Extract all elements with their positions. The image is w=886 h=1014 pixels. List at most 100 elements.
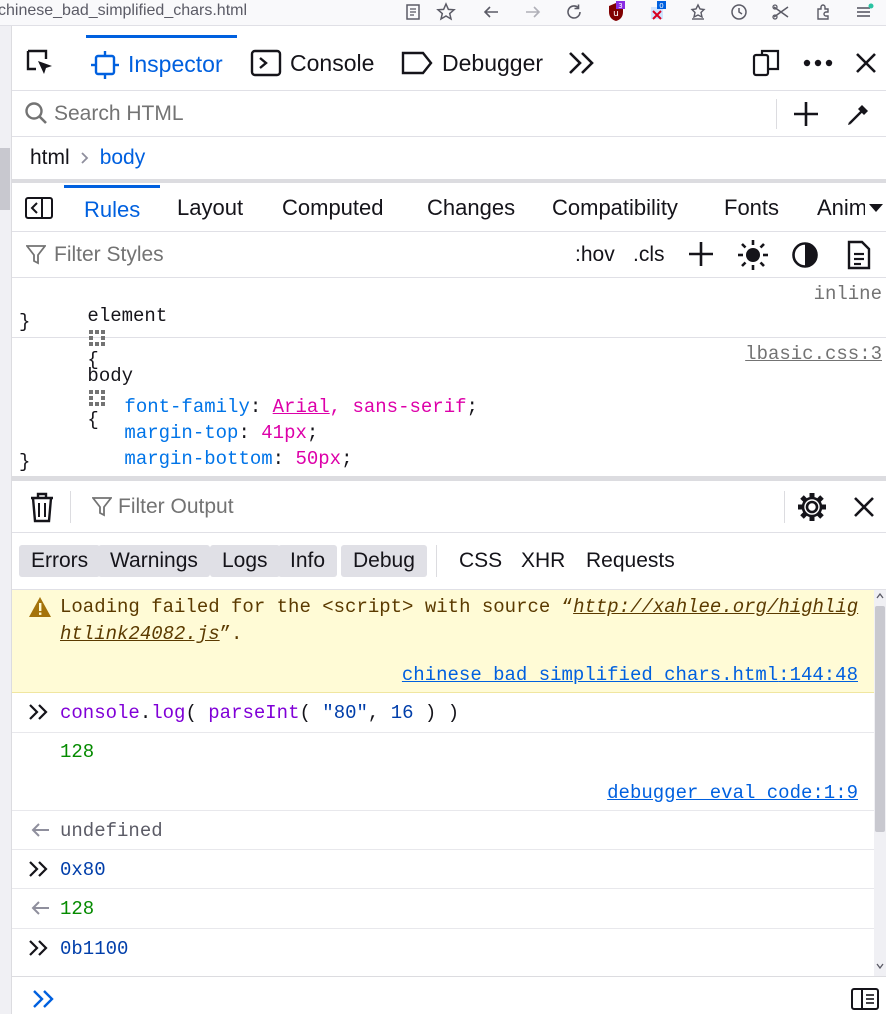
- token-comma: ,: [367, 702, 391, 724]
- log-source-link[interactable]: debugger eval code:1:9: [607, 782, 858, 804]
- clear-console-trash-icon[interactable]: [28, 491, 56, 523]
- tab-console[interactable]: Console: [250, 35, 374, 91]
- tab-debugger-label: Debugger: [442, 49, 544, 76]
- console-scrollbar[interactable]: [874, 590, 886, 976]
- tab-console-label: Console: [290, 49, 375, 76]
- screenshot-icon[interactable]: [770, 1, 792, 23]
- back-arrow-icon[interactable]: [480, 1, 502, 23]
- reader-view-icon[interactable]: [402, 1, 424, 23]
- filter-styles-input[interactable]: [54, 240, 534, 270]
- sidebar-tab-bar: Rules Layout Computed Changes Compatibil…: [12, 185, 886, 232]
- forward-arrow-icon[interactable]: [522, 1, 544, 23]
- history-clock-icon[interactable]: [728, 1, 750, 23]
- print-media-document-icon[interactable]: [846, 240, 872, 270]
- filter-errors-button[interactable]: Errors: [19, 545, 101, 577]
- add-rule-plus-icon[interactable]: [688, 241, 714, 267]
- more-options-icon[interactable]: [802, 47, 834, 79]
- extensions-puzzle-icon[interactable]: [812, 1, 834, 23]
- token-number: 16: [390, 702, 414, 724]
- token-parseint: parseInt: [208, 702, 300, 724]
- dock-side-icon[interactable]: [750, 47, 782, 79]
- property-value[interactable]: , sans-serif: [330, 396, 467, 418]
- tab-layout[interactable]: Layout: [177, 185, 243, 231]
- hov-toggle[interactable]: :hov: [575, 243, 615, 267]
- dark-color-scheme-icon[interactable]: [791, 241, 819, 269]
- light-color-scheme-sun-icon[interactable]: [737, 239, 769, 271]
- browser-url-bar: chinese_bad_simplified_chars.html u3 0: [0, 0, 886, 26]
- warning-url-part2[interactable]: htlink24082.js: [60, 623, 220, 645]
- tab-fonts[interactable]: Fonts: [724, 185, 779, 231]
- property-value[interactable]: 50px: [295, 448, 341, 470]
- warning-location-pos[interactable]: :144:48: [778, 664, 858, 686]
- gutter-scroll-thumb[interactable]: [0, 148, 10, 210]
- scroll-up-icon[interactable]: [876, 593, 884, 599]
- bin-input-value: 0b1100: [60, 938, 129, 960]
- filter-debug-button[interactable]: Debug: [341, 545, 427, 577]
- filter-css-button[interactable]: CSS: [447, 545, 514, 577]
- add-node-plus-icon[interactable]: [792, 100, 820, 128]
- filter-output-input[interactable]: [118, 491, 618, 523]
- filter-xhr-button[interactable]: XHR: [509, 545, 577, 577]
- tab-inspector-label: Inspector: [128, 51, 223, 77]
- tab-debugger[interactable]: Debugger: [400, 35, 543, 91]
- command-text: console.log( parseInt( "80", 16 ) ): [60, 702, 459, 724]
- toggle-sidebar-icon[interactable]: [24, 196, 54, 220]
- more-tools-chevron-icon[interactable]: [566, 47, 598, 79]
- token-paren: (: [299, 702, 323, 724]
- ublock-extension-icon[interactable]: u3: [605, 1, 627, 23]
- svg-text:u: u: [613, 9, 619, 19]
- breadcrumb-body[interactable]: body: [100, 146, 146, 170]
- close-split-console-icon[interactable]: [852, 495, 876, 519]
- log-output-value: 128: [60, 741, 95, 763]
- editor-mode-toggle-icon[interactable]: [850, 987, 880, 1011]
- tab-inspector[interactable]: Inspector: [86, 35, 237, 91]
- scrollbar-thumb[interactable]: [875, 606, 885, 832]
- element-close-brace: }: [19, 311, 31, 333]
- warning-triangle-icon: [28, 596, 52, 618]
- element-rule-source: inline: [813, 283, 882, 305]
- element-rule: element { inline }: [12, 279, 886, 371]
- result-hex: 128: [12, 889, 874, 929]
- tab-computed[interactable]: Computed: [282, 185, 384, 231]
- hex-result-value: 128: [60, 898, 95, 920]
- warning-url-part1[interactable]: http://xahlee.org/highlig: [573, 596, 858, 618]
- warning-message: Loading failed for the <script> with sou…: [12, 590, 874, 693]
- close-devtools-icon[interactable]: [850, 47, 882, 79]
- url-text[interactable]: chinese_bad_simplified_chars.html: [0, 2, 247, 20]
- search-html-input[interactable]: [54, 99, 654, 129]
- body-rule-source-link[interactable]: lbasic.css:3: [745, 343, 882, 365]
- tab-rules[interactable]: Rules: [64, 185, 161, 231]
- tab-changes[interactable]: Changes: [427, 185, 515, 231]
- property-name[interactable]: margin-bottom: [124, 448, 272, 470]
- app-menu-icon[interactable]: [853, 1, 875, 23]
- breadcrumb: html body: [12, 137, 886, 183]
- ublock-badge: 3: [618, 2, 622, 10]
- tabs-overflow-chevron-down-icon[interactable]: [868, 203, 884, 213]
- token-paren: ) ): [413, 702, 460, 724]
- command-input-log: console.log( parseInt( "80", 16 ) ): [12, 693, 874, 733]
- command-input-hex: 0x80: [12, 850, 874, 889]
- search-html-bar: [12, 91, 886, 137]
- filter-requests-button[interactable]: Requests: [574, 545, 687, 577]
- console-settings-gear-icon[interactable]: [796, 491, 828, 523]
- pocket-save-icon[interactable]: [687, 1, 709, 23]
- eyedropper-icon[interactable]: [844, 99, 874, 129]
- tab-compatibility[interactable]: Compatibility: [552, 185, 678, 231]
- warning-text-line1: Loading failed for the <script> with sou…: [60, 596, 858, 618]
- breadcrumb-html[interactable]: html: [30, 146, 70, 170]
- bookmark-star-icon[interactable]: [435, 1, 457, 23]
- filter-info-button[interactable]: Info: [278, 545, 338, 577]
- reload-icon[interactable]: [563, 1, 585, 23]
- tab-animations[interactable]: Anim: [817, 185, 865, 231]
- breadcrumb-separator-icon: [80, 151, 90, 165]
- devtools-tab-bar: Inspector Console Debugger: [12, 35, 886, 91]
- filter-logs-button[interactable]: Logs: [210, 545, 280, 577]
- warning-source-link[interactable]: chinese_bad_simplified_chars.html:144:48: [402, 664, 858, 686]
- filter-warnings-button[interactable]: Warnings: [98, 545, 210, 577]
- element-picker-icon[interactable]: [24, 47, 56, 79]
- cls-toggle[interactable]: .cls: [633, 243, 665, 267]
- scroll-down-icon[interactable]: [876, 963, 884, 969]
- extension-blocked-icon[interactable]: 0: [647, 1, 669, 23]
- warning-location-file[interactable]: chinese_bad_simplified_chars.html: [402, 664, 778, 686]
- console-input-line[interactable]: [12, 976, 886, 1014]
